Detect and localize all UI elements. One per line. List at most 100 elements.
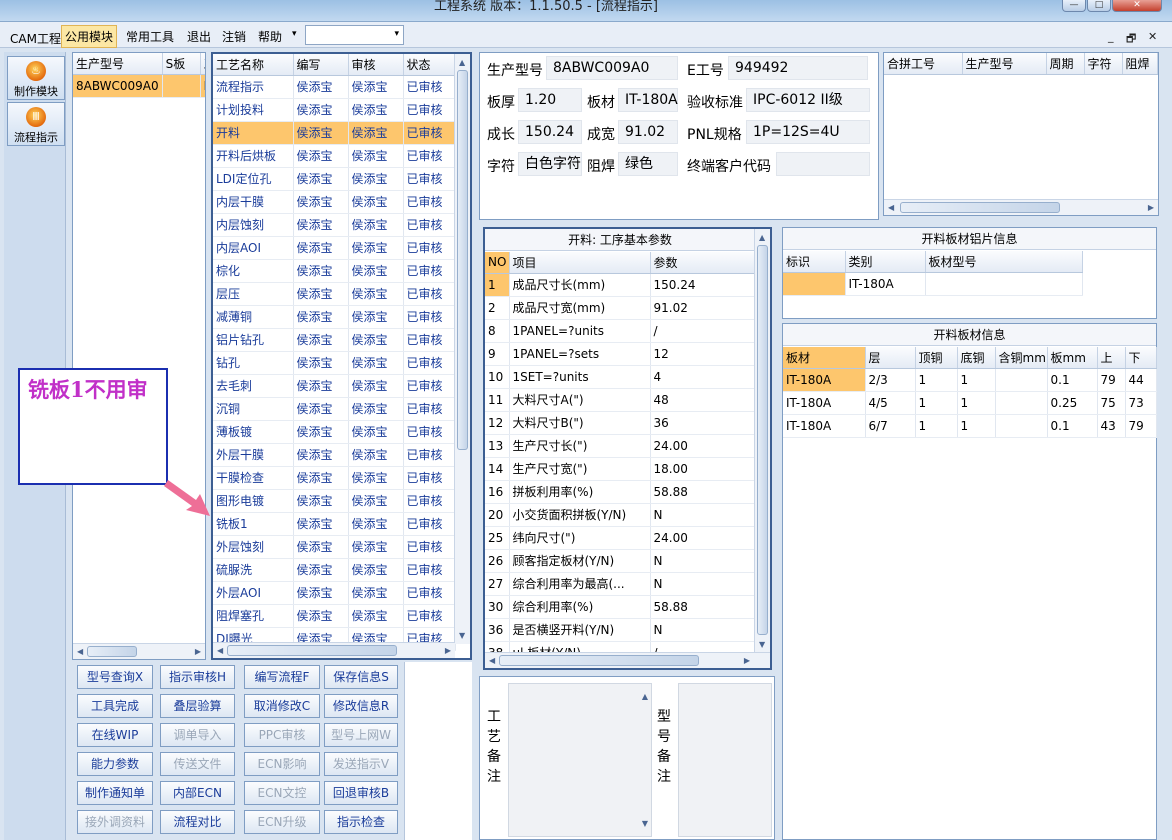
table-row[interactable]: 2 成品尺寸宽(mm) 91.02	[485, 296, 756, 320]
table-row[interactable]: 沉铜 侯添宝 侯添宝 已审核	[213, 397, 456, 421]
action-button[interactable]: 在线WIP	[77, 723, 153, 747]
scroll-thumb[interactable]	[227, 645, 397, 656]
horizontal-scrollbar[interactable]: ◀ ▶	[73, 643, 205, 659]
column-header[interactable]: 层	[865, 347, 916, 369]
column-header[interactable]: NO	[485, 252, 510, 274]
column-header[interactable]: 工艺名称	[213, 54, 294, 76]
table-row[interactable]: 36 是否横竖开料(Y/N) N	[485, 618, 756, 642]
table-row[interactable]: IT-180A 2/3 1 1 0.1 79 44	[783, 368, 1157, 392]
table-row[interactable]: 30 综合利用率(%) 58.88	[485, 595, 756, 619]
scroll-up-icon[interactable]: ▲	[459, 58, 465, 67]
process-notes-field[interactable]: ▲ ▼	[508, 683, 652, 837]
table-row[interactable]: 流程指示 侯添宝 侯添宝 已审核	[213, 75, 456, 99]
action-button[interactable]: ECN文控	[244, 781, 320, 805]
scroll-right-icon[interactable]: ▶	[1148, 203, 1154, 212]
info-value-field[interactable]: 1P=12S=4U	[746, 120, 870, 144]
table-row[interactable]: LDI定位孔 侯添宝 侯添宝 已审核	[213, 167, 456, 191]
info-value-field[interactable]: IPC-6012 II级	[746, 88, 870, 112]
mdi-restore-button[interactable]: 🗗	[1126, 30, 1136, 49]
scroll-down-icon[interactable]: ▼	[642, 819, 648, 828]
action-button[interactable]: 取消修改C	[244, 694, 320, 718]
scroll-thumb[interactable]	[457, 70, 468, 450]
table-row[interactable]: 25 纬向尺寸(") 24.00	[485, 526, 756, 550]
info-value-field[interactable]: 949492	[728, 56, 868, 80]
action-button[interactable]: 叠层验算	[160, 694, 235, 718]
column-header[interactable]: 编写	[293, 54, 349, 76]
table-row[interactable]: 外层蚀刻 侯添宝 侯添宝 已审核	[213, 535, 456, 559]
menu-help[interactable]: 帮助	[258, 28, 282, 45]
action-button[interactable]: 回退审核B	[324, 781, 398, 805]
action-button[interactable]: 工具完成	[77, 694, 153, 718]
info-value-field[interactable]: 1.20	[518, 88, 582, 112]
scroll-down-icon[interactable]: ▼	[759, 640, 765, 649]
column-header[interactable]: 周期	[1046, 53, 1085, 75]
table-row[interactable]: 图形电镀 侯添宝 侯添宝 已审核	[213, 489, 456, 513]
table-row[interactable]: 薄板镀 侯添宝 侯添宝 已审核	[213, 420, 456, 444]
action-button[interactable]: 指示审核H	[160, 665, 235, 689]
table-row[interactable]: 12 大料尺寸B(") 36	[485, 411, 756, 435]
table-row[interactable]: 干膜检查 侯添宝 侯添宝 已审核	[213, 466, 456, 490]
table-row[interactable]: IT-180A 4/5 1 1 0.25 75 73	[783, 391, 1157, 415]
table-row[interactable]: 计划投料 侯添宝 侯添宝 已审核	[213, 98, 456, 122]
menu-combo-box[interactable]: ▾	[305, 25, 404, 45]
action-button[interactable]: 指示检查	[324, 810, 398, 834]
info-value-field[interactable]: 8ABWC009A0	[546, 56, 678, 80]
table-row[interactable]: 层压 侯添宝 侯添宝 已审核	[213, 282, 456, 306]
table-row[interactable]: 10 1SET=?units 4	[485, 365, 756, 389]
table-row[interactable]: 铣板1 侯添宝 侯添宝 已审核	[213, 512, 456, 536]
column-header[interactable]: 项目	[509, 252, 651, 274]
scroll-thumb[interactable]	[499, 655, 699, 666]
info-value-field[interactable]	[776, 152, 870, 176]
scroll-left-icon[interactable]: ◀	[77, 647, 83, 656]
info-value-field[interactable]: 150.24	[518, 120, 582, 144]
close-button[interactable]: ✕	[1112, 0, 1162, 12]
column-header[interactable]: 参数	[650, 252, 756, 274]
table-row[interactable]: 8ABWC009A0 P	[73, 74, 205, 98]
table-row[interactable]: 26 顾客指定板材(Y/N) N	[485, 549, 756, 573]
action-button[interactable]: 接外调资料	[77, 810, 153, 834]
scroll-up-icon[interactable]: ▲	[759, 233, 765, 242]
action-button[interactable]: 流程对比	[160, 810, 235, 834]
menu-dropdown-arrow-icon[interactable]: ▾	[292, 29, 297, 39]
table-row[interactable]: IT-180A	[783, 272, 1083, 296]
table-row[interactable]: 9 1PANEL=?sets 12	[485, 342, 756, 366]
table-row[interactable]: 钻孔 侯添宝 侯添宝 已审核	[213, 351, 456, 375]
scroll-right-icon[interactable]: ▶	[744, 656, 750, 665]
column-header[interactable]: 板材型号	[925, 251, 1083, 273]
action-button[interactable]: PPC审核	[244, 723, 320, 747]
action-button[interactable]: ECN升级	[244, 810, 320, 834]
model-notes-field[interactable]	[678, 683, 772, 837]
action-button[interactable]: 编写流程F	[244, 665, 320, 689]
scroll-thumb[interactable]	[900, 202, 1060, 213]
scroll-thumb[interactable]	[757, 245, 768, 635]
horizontal-scrollbar[interactable]: ◀ ▶	[485, 652, 770, 668]
scroll-up-icon[interactable]: ▲	[642, 692, 648, 701]
action-button[interactable]: 内部ECN	[160, 781, 235, 805]
table-row[interactable]: 硫脲洗 侯添宝 侯添宝 已审核	[213, 558, 456, 582]
action-button[interactable]: 修改信息R	[324, 694, 398, 718]
menu-common-module[interactable]: 公用模块	[61, 25, 118, 48]
scroll-down-icon[interactable]: ▼	[459, 631, 465, 640]
column-header[interactable]: 字符	[1084, 53, 1123, 75]
action-button[interactable]: 型号查询X	[77, 665, 153, 689]
table-row[interactable]: 27 综合利用率为最高(... N	[485, 572, 756, 596]
table-row[interactable]: 20 小交货面积拼板(Y/N) N	[485, 503, 756, 527]
menu-exit[interactable]: 退出	[187, 28, 211, 45]
column-header[interactable]: 阻焊	[1122, 53, 1158, 75]
column-header[interactable]: 底铜	[957, 347, 996, 369]
info-value-field[interactable]: 绿色	[618, 152, 678, 176]
info-value-field[interactable]: IT-180A	[618, 88, 678, 112]
action-button[interactable]: 调单导入	[160, 723, 235, 747]
column-header[interactable]: 生产型号	[73, 53, 163, 75]
column-header[interactable]: S板	[162, 53, 201, 75]
column-header[interactable]: 上	[1097, 347, 1126, 369]
scroll-right-icon[interactable]: ▶	[195, 647, 201, 656]
menu-cam[interactable]: CAM工程	[10, 30, 61, 47]
column-header[interactable]: 审核	[348, 54, 404, 76]
table-row[interactable]: 内层AOI 侯添宝 侯添宝 已审核	[213, 236, 456, 260]
minimize-button[interactable]: —	[1062, 0, 1086, 12]
action-button[interactable]: 发送指示V	[324, 752, 398, 776]
table-row[interactable]: 外层干膜 侯添宝 侯添宝 已审核	[213, 443, 456, 467]
column-header[interactable]: 类别	[845, 251, 926, 273]
horizontal-scrollbar[interactable]: ◀ ▶	[884, 199, 1158, 215]
